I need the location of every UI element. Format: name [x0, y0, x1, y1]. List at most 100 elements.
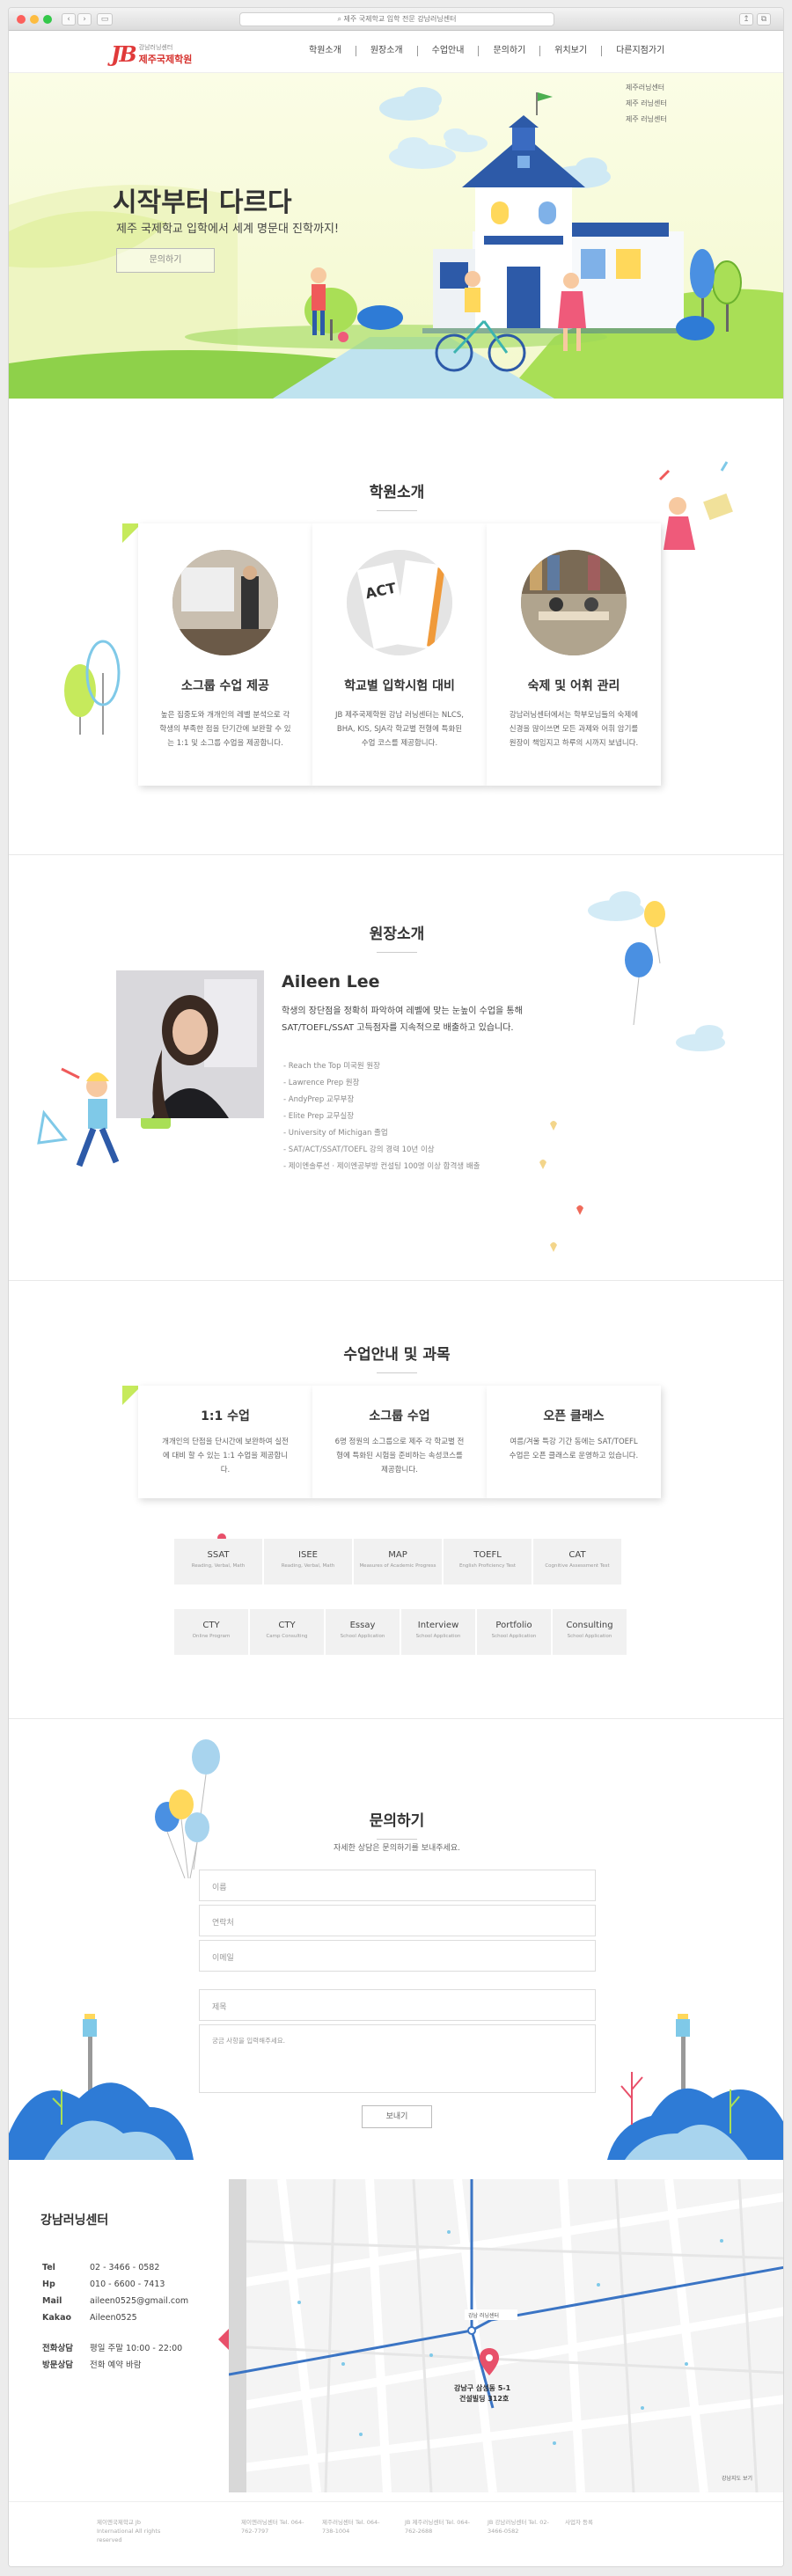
- class-card-private: 1:1 수업 개개인의 단점을 단시간에 보완하여 실전에 대비 할 수 있는 …: [138, 1386, 312, 1498]
- career-item: - Lawrence Prep 원장: [283, 1079, 360, 1087]
- branch-title: 강남러닝센터: [40, 2214, 109, 2228]
- forward-icon[interactable]: ›: [77, 13, 92, 26]
- subject-name: MAP: [388, 1550, 407, 1560]
- footer-col: 제이엔러닝센터 Tel. 064-762-7797: [241, 2519, 304, 2535]
- card-title: 1:1 수업: [201, 1409, 250, 1423]
- subject-name: Consulting: [566, 1621, 613, 1630]
- nav-item-director[interactable]: 원장소개: [356, 46, 418, 56]
- intro-card-small-group: 소그룹 수업 제공 높은 집중도와 개개인의 레벨 분석으로 각 학생의 부족한…: [138, 523, 312, 786]
- nav-item-branches[interactable]: 다른지점가기: [602, 46, 678, 56]
- info-value-tel[interactable]: 02 - 3466 - 0582: [90, 2260, 188, 2275]
- subject-tag-cty-camp[interactable]: CTY Camp Consulting: [250, 1609, 324, 1655]
- subject-grid-row2: CTY Online Program CTY Camp Consulting Ess…: [174, 1609, 628, 1655]
- card-photo: [172, 550, 278, 655]
- share-icon[interactable]: ↥: [739, 13, 753, 26]
- minimize-icon[interactable]: [30, 15, 39, 24]
- card-title: 학교별 입학시험 대비: [344, 679, 455, 693]
- footer-col: 사업자 등록: [565, 2519, 593, 2526]
- subject-name: CAT: [568, 1550, 586, 1560]
- card-desc: 6명 정원의 소그룹으로 제주 각 학교별 전형에 특화된 시험을 준비하는 속…: [334, 1438, 465, 1475]
- nav-item-about[interactable]: 학원소개: [295, 46, 356, 56]
- subject-tag-portfolio[interactable]: Portfolio School Application: [477, 1609, 551, 1655]
- hero-side-link[interactable]: 제주 러닝센터: [626, 112, 667, 128]
- back-icon[interactable]: ‹: [62, 13, 76, 26]
- subject-name: Essay: [349, 1621, 376, 1630]
- name-field[interactable]: 이름: [199, 1870, 596, 1901]
- subject-tag-cat[interactable]: CAT Cognitive Assessment Test: [533, 1539, 621, 1584]
- footer-col: 제주러닝센터 Tel. 064-738-1004: [322, 2519, 380, 2535]
- map-pin-label: 강남 러닝센터: [468, 2312, 499, 2319]
- subject-sub: English Proficiency Test: [458, 1563, 517, 1569]
- card-desc: 여름/겨울 특강 기간 동에는 SAT/TOEFL 수업은 오픈 클래스로 운영…: [509, 1438, 639, 1460]
- map-link[interactable]: 강남지도 보기: [722, 2475, 752, 2482]
- subject-tag-interview[interactable]: Interview School Application: [401, 1609, 475, 1655]
- subject-sub: School Application: [340, 1634, 385, 1639]
- intro-card-homework: 숙제 및 어휘 관리 강남러닝센터에서는 학부모님들의 숙제에 신경을 많이쓰면…: [487, 523, 661, 786]
- address-bar[interactable]: ⌕ 제주 국제학교 입학 전문 강남러닝센터: [239, 12, 554, 26]
- subject-tag-ssat[interactable]: SSAT Reading, Verbal, Math: [174, 1539, 262, 1584]
- sidebar-icon[interactable]: ▭: [97, 13, 113, 26]
- subject-name: Portfolio: [495, 1621, 532, 1630]
- card-title: 오픈 클래스: [543, 1409, 605, 1423]
- card-desc: 높은 집중도와 개개인의 레벨 분석으로 각 학생의 부족한 점을 단기간에 보…: [159, 711, 291, 748]
- subject-tag-toefl[interactable]: TOEFL English Proficiency Test: [444, 1539, 532, 1584]
- subject-tag-cty-online[interactable]: CTY Online Program: [174, 1609, 248, 1655]
- submit-button[interactable]: 보내기: [362, 2105, 432, 2128]
- subject-sub: Reading, Verbal, Math: [191, 1563, 246, 1569]
- subject-tag-consulting[interactable]: Consulting School Application: [553, 1609, 627, 1655]
- subject-name: Interview: [417, 1621, 459, 1630]
- info-value-phone-hours: 평일 주말 10:00 - 22:00: [90, 2344, 183, 2353]
- info-label: Kakao: [42, 2313, 72, 2323]
- subject-sub: Camp Consulting: [266, 1634, 308, 1639]
- info-value-hp[interactable]: 010 - 6600 - 7413: [90, 2277, 188, 2292]
- site-logo[interactable]: JB 강남러닝센터 제주국제학원: [111, 41, 192, 67]
- subject-name: ISEE: [298, 1550, 318, 1560]
- site-footer: 제이엔국제학교 Jb International All rights rese…: [9, 2501, 783, 2566]
- subject-sub: Measures of Academic Progress: [359, 1563, 436, 1569]
- tabs-icon[interactable]: ⧉: [757, 13, 771, 26]
- subject-tag-map[interactable]: MAP Measures of Academic Progress: [354, 1539, 442, 1584]
- card-title: 소그룹 수업 제공: [181, 679, 269, 693]
- hero-side-link[interactable]: 제주러닝센터: [626, 80, 667, 96]
- maximize-icon[interactable]: [43, 15, 52, 24]
- page: JB 강남러닝센터 제주국제학원 학원소개 원장소개 수업안내 문의하기 위치보…: [9, 31, 784, 2566]
- career-item: - SAT/ACT/SSAT/TOEFL 강의 경력 10년 이상: [283, 1145, 435, 1154]
- contact-subtitle: 자세한 상담은 문의하기를 보내주세요.: [334, 1844, 460, 1853]
- footer-col: 제이엔국제학교 Jb International All rights rese…: [97, 2519, 161, 2543]
- email-field[interactable]: 이메일: [199, 1940, 596, 1972]
- phone-field[interactable]: 연락처: [199, 1905, 596, 1936]
- nav-item-location[interactable]: 위치보기: [540, 46, 603, 56]
- subject-field[interactable]: 제목: [199, 1989, 596, 2021]
- subject-sub: School Application: [491, 1634, 537, 1639]
- subject-tag-essay[interactable]: Essay School Application: [326, 1609, 400, 1655]
- card-desc: 강남러닝센터에서는 학부모님들의 숙제에 신경을 많이쓰면 모든 과제와 어휘 …: [509, 711, 639, 748]
- info-value-visit: 전화 예약 바람: [90, 2360, 142, 2370]
- subject-sub: School Application: [567, 1634, 612, 1639]
- classes-title: 수업안내 및 과목: [9, 1342, 783, 1373]
- footer-col: JB 제주러닝센터 Tel. 064-762-2688: [405, 2519, 470, 2535]
- location-section: 강남러닝센터 Tel 02 - 3466 - 0582 Hp 010 - 6600 …: [9, 2179, 784, 2492]
- subject-tag-isee[interactable]: ISEE Reading, Verbal, Math: [264, 1539, 352, 1584]
- section-divider: [9, 854, 783, 855]
- logo-mark: JB: [111, 41, 137, 67]
- hero-illustration: [9, 87, 783, 399]
- close-icon[interactable]: [17, 15, 26, 24]
- career-item: - 제이엔솔루션 · 제이엔공부방 컨설팅 100명 이상 합격생 배출: [283, 1162, 480, 1171]
- subject-name: SSAT: [207, 1550, 230, 1560]
- card-photo: ACT: [347, 550, 452, 655]
- message-field[interactable]: 궁금 사항을 입력해주세요.: [199, 2024, 596, 2093]
- location-map[interactable]: 강남 러닝센터 강남구 삼성동 5-1 건설빌딩 312호 강남지도 보기: [229, 2179, 784, 2492]
- contact-title: 문의하기: [9, 1808, 783, 1840]
- hero-side-link[interactable]: 제주 러닝센터: [626, 96, 667, 112]
- class-card-small-group: 소그룹 수업 6명 정원의 소그룹으로 제주 각 학교별 전형에 특화된 시험을…: [312, 1386, 487, 1498]
- nav-item-classes[interactable]: 수업안내: [418, 46, 480, 56]
- class-card-open: 오픈 클래스 여름/겨울 특강 기간 동에는 SAT/TOEFL 수업은 오픈 …: [487, 1386, 661, 1498]
- section-divider: [9, 1718, 783, 1719]
- info-value-mail[interactable]: aileen0525@gmail.com: [90, 2294, 188, 2309]
- hero-contact-button[interactable]: 문의하기: [116, 248, 215, 273]
- card-photo: [521, 550, 627, 655]
- browser-chrome: ‹ › ▭ ⌕ 제주 국제학교 입학 전문 강남러닝센터 ↥ ⧉: [9, 8, 783, 31]
- nav-item-contact[interactable]: 문의하기: [479, 46, 541, 56]
- career-item: - Reach the Top 미국원 원장: [283, 1062, 380, 1071]
- branch-contact-table: Tel 02 - 3466 - 0582 Hp 010 - 6600 - 7413 …: [40, 2258, 190, 2375]
